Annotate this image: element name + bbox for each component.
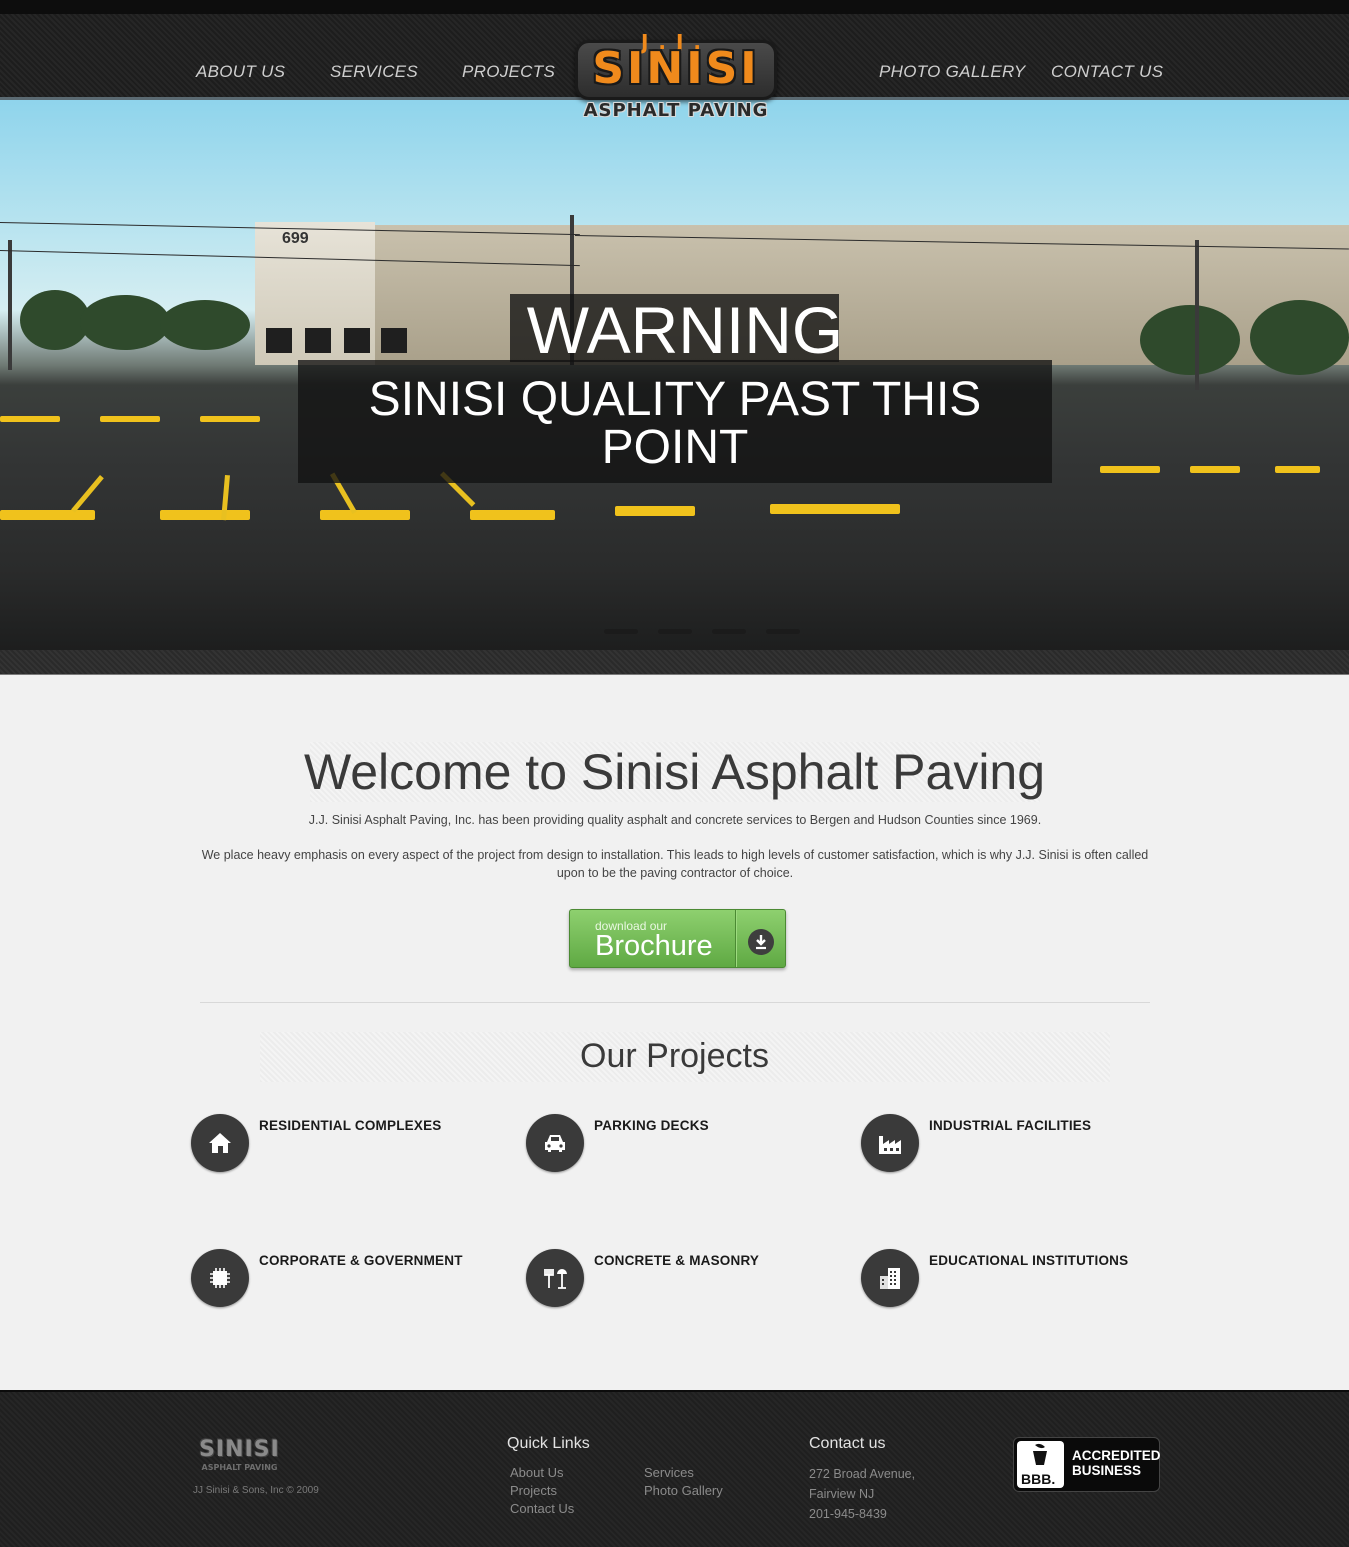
tree	[1140, 305, 1240, 375]
project-industrial-facilities[interactable]: INDUSTRIAL FACILITIES	[861, 1114, 1181, 1174]
tools-icon	[526, 1249, 584, 1307]
parking-stripe	[0, 510, 95, 520]
project-label: CONCRETE & MASONRY	[594, 1253, 760, 1268]
emphasis-paragraph: We place heavy emphasis on every aspect …	[201, 848, 1149, 880]
parking-stripe	[320, 510, 410, 520]
section-divider	[200, 1002, 1150, 1003]
project-concrete-masonry[interactable]: CONCRETE & MASONRY	[526, 1249, 846, 1309]
parking-stripe	[1190, 466, 1240, 473]
hero-slider: 699 WARNING SINISI QUALITY PAST THIS POI…	[0, 100, 1349, 650]
footer-link-contact-us[interactable]: Contact Us	[510, 1501, 574, 1516]
factory-icon	[861, 1114, 919, 1172]
parking-stripe	[160, 510, 250, 520]
utility-pole	[1195, 240, 1199, 390]
hero-bottom-strip	[0, 650, 1349, 675]
slider-dot[interactable]	[766, 629, 800, 634]
quick-links-heading: Quick Links	[507, 1435, 590, 1452]
project-corporate-government[interactable]: CORPORATE & GOVERNMENT	[191, 1249, 511, 1309]
project-label: CORPORATE & GOVERNMENT	[259, 1253, 463, 1268]
footer-link-photo-gallery[interactable]: Photo Gallery	[644, 1483, 723, 1498]
site-logo[interactable]: J.J. SINISI ASPHALT PAVING	[575, 30, 777, 126]
project-educational-institutions[interactable]: EDUCATIONAL INSTITUTIONS	[861, 1249, 1181, 1309]
phone-number: 201-945-8439	[809, 1507, 887, 1521]
slider-dot[interactable]	[712, 629, 746, 634]
car-icon	[526, 1114, 584, 1172]
project-label: PARKING DECKS	[594, 1118, 709, 1133]
site-footer: SINISI ASPHALT PAVING JJ Sinisi & Sons, …	[0, 1390, 1349, 1547]
download-brochure-button[interactable]: download our Brochure	[569, 909, 786, 968]
window	[305, 328, 331, 353]
utility-pole	[8, 240, 12, 370]
project-label: EDUCATIONAL INSTITUTIONS	[929, 1253, 1129, 1268]
building-icon	[861, 1249, 919, 1307]
brochure-button-divider	[735, 910, 736, 967]
nav-photo-gallery[interactable]: PHOTO GALLERY	[879, 62, 1026, 82]
tree	[80, 295, 170, 350]
project-residential-complexes[interactable]: RESIDENTIAL COMPLEXES	[191, 1114, 511, 1174]
hero-subtitle: SINISI QUALITY PAST THIS POINT	[368, 373, 982, 474]
download-icon	[748, 929, 774, 955]
footer-logo[interactable]: SINISI ASPHALT PAVING	[192, 1437, 287, 1475]
logo-name-text: SINISI	[592, 43, 760, 94]
bbb-torch-icon: BBB.	[1017, 1441, 1064, 1488]
footer-link-projects[interactable]: Projects	[510, 1483, 557, 1498]
bbb-logo-text: BBB.	[1021, 1471, 1056, 1487]
parking-stripe	[615, 506, 695, 516]
parking-stripe	[770, 504, 900, 514]
copyright-text: JJ Sinisi & Sons, Inc © 2009	[193, 1485, 319, 1496]
project-label: RESIDENTIAL COMPLEXES	[259, 1118, 442, 1133]
tree	[160, 300, 250, 350]
tree	[1250, 300, 1349, 375]
parking-stripe	[1275, 466, 1320, 473]
parking-stripe	[200, 416, 260, 422]
footer-logo-tagline: ASPHALT PAVING	[201, 1463, 278, 1472]
project-parking-decks[interactable]: PARKING DECKS	[526, 1114, 846, 1174]
slider-dot[interactable]	[604, 629, 638, 634]
nav-services[interactable]: SERVICES	[330, 62, 418, 82]
address-line-1: 272 Broad Avenue,	[809, 1467, 916, 1481]
footer-logo-name: SINISI	[199, 1437, 280, 1462]
hero-title: WARNING	[526, 293, 844, 367]
logo-tagline: ASPHALT PAVING	[583, 100, 769, 121]
bbb-label: ACCREDITED BUSINESS	[1072, 1448, 1161, 1478]
window	[381, 328, 407, 353]
parking-diagonal	[71, 475, 104, 513]
window	[266, 328, 292, 353]
window	[344, 328, 370, 353]
nav-projects[interactable]: PROJECTS	[462, 62, 555, 82]
main-content: Welcome to Sinisi Asphalt Paving J.J. Si…	[0, 676, 1349, 1390]
project-label: INDUSTRIAL FACILITIES	[929, 1118, 1092, 1133]
intro-paragraph: J.J. Sinisi Asphalt Paving, Inc. has bee…	[308, 813, 1042, 827]
bbb-label-line-1: ACCREDITED	[1072, 1448, 1161, 1463]
parking-stripe	[1100, 466, 1160, 473]
header-top-bar	[0, 0, 1349, 14]
projects-title: Our Projects	[580, 1037, 769, 1075]
house-icon	[191, 1114, 249, 1172]
contact-heading: Contact us	[809, 1435, 886, 1452]
nav-contact-us[interactable]: CONTACT US	[1051, 62, 1163, 82]
slider-dot[interactable]	[658, 629, 692, 634]
chip-icon	[191, 1249, 249, 1307]
parking-stripe	[0, 416, 60, 422]
address-line-2: Fairview NJ	[809, 1487, 875, 1501]
brochure-button-label: Brochure	[595, 930, 713, 962]
welcome-title: Welcome to Sinisi Asphalt Paving	[303, 744, 1046, 800]
footer-link-about-us[interactable]: About Us	[510, 1465, 563, 1480]
bbb-label-line-2: BUSINESS	[1072, 1463, 1142, 1478]
building-number: 699	[282, 230, 309, 247]
footer-link-services[interactable]: Services	[644, 1465, 694, 1480]
parking-stripe	[470, 510, 555, 520]
bbb-accredited-badge[interactable]: BBB. ACCREDITED BUSINESS	[1013, 1437, 1161, 1492]
parking-stripe	[100, 416, 160, 422]
nav-about-us[interactable]: ABOUT US	[196, 62, 285, 82]
